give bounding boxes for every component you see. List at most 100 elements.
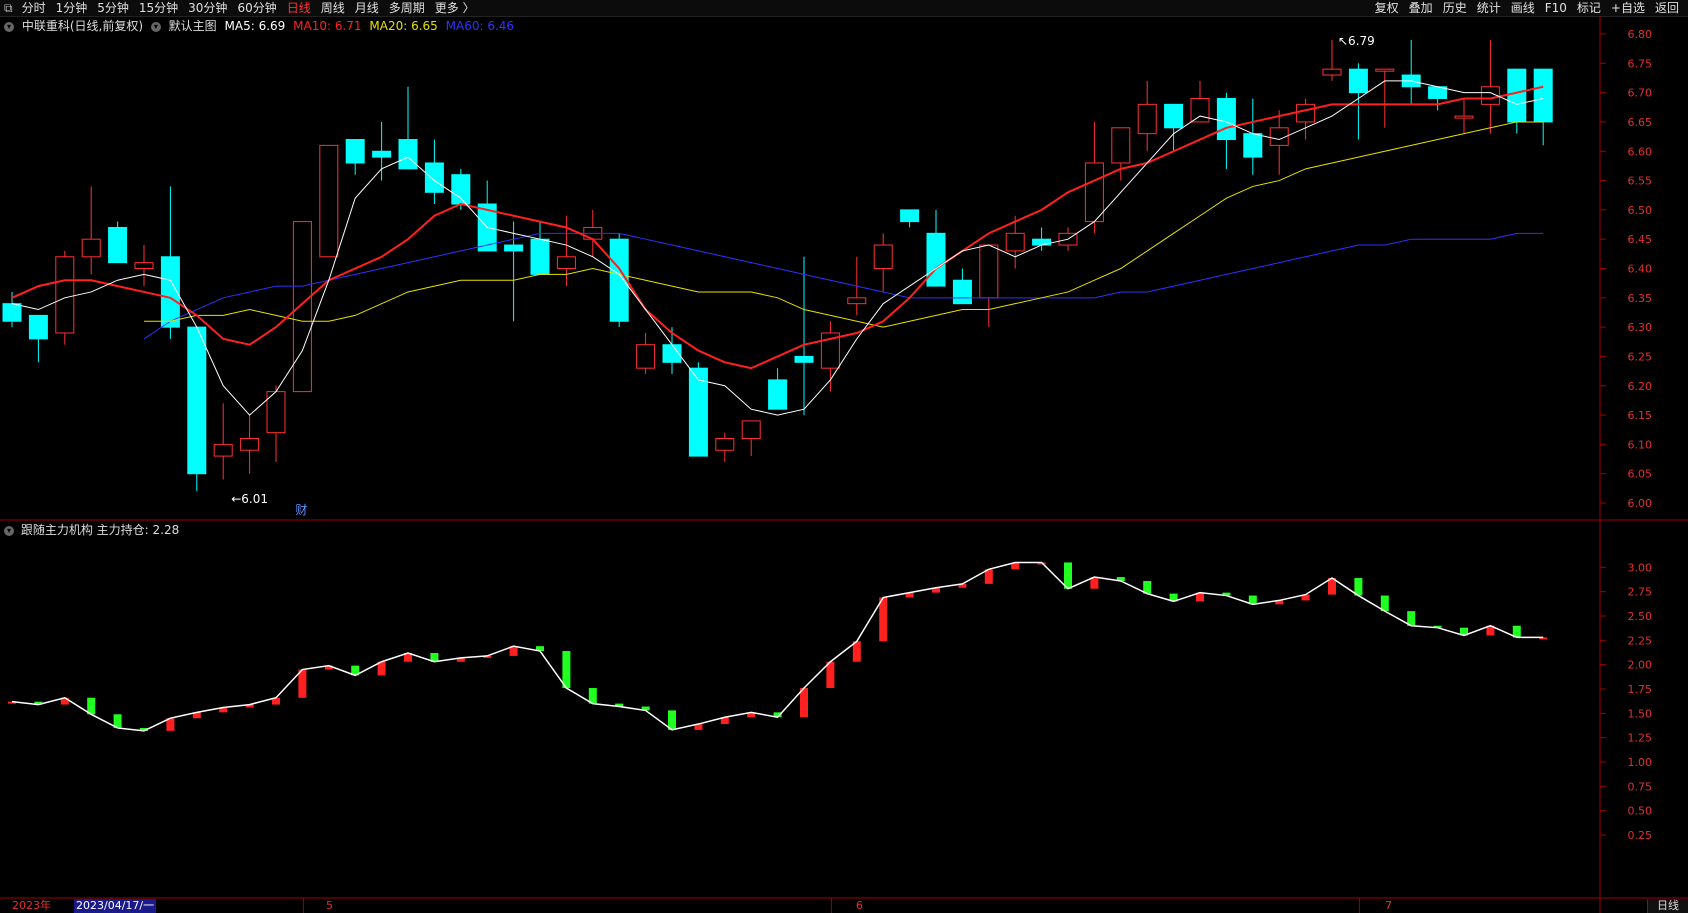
candle-body — [1375, 68, 1395, 72]
main-chart-info: ▾ 中联重科(日线,前复权) ▾ 默认主图 MA5: 6.69 MA10: 6.… — [4, 18, 518, 34]
candle-body — [108, 226, 128, 264]
y-tick-label: 6.00 — [1628, 497, 1653, 510]
candle-body — [1111, 127, 1131, 164]
candle-body — [1216, 97, 1236, 141]
y-tick-label: 6.15 — [1628, 409, 1653, 422]
collapse-icon[interactable]: ▾ — [4, 525, 14, 536]
candle-body — [1243, 133, 1263, 158]
y-tick-label: 6.50 — [1628, 204, 1653, 217]
candle-body — [319, 144, 339, 258]
y-tick-label: 2.50 — [1628, 610, 1653, 623]
y-tick-label: 6.45 — [1628, 233, 1653, 246]
candle-body — [55, 256, 75, 334]
candle-body — [873, 244, 893, 270]
candle-body — [504, 244, 524, 252]
candle-body — [636, 344, 656, 369]
candle-body — [398, 139, 418, 170]
holding-bar — [298, 669, 307, 698]
candle-body — [794, 355, 814, 363]
candle-body — [530, 238, 550, 275]
candle-body — [609, 238, 629, 322]
candle-body — [1296, 103, 1316, 123]
candle-body — [1454, 115, 1474, 119]
y-tick-label: 1.00 — [1628, 756, 1653, 769]
y-tick-label: 6.30 — [1628, 321, 1653, 334]
candle-body — [1348, 68, 1368, 94]
collapse-icon[interactable]: ▾ — [150, 21, 161, 32]
y-tick-label: 2.00 — [1628, 659, 1653, 672]
candle-body — [847, 297, 867, 305]
y-tick-label: 6.05 — [1628, 468, 1653, 481]
candle-body — [952, 279, 972, 305]
collapse-icon[interactable]: ▾ — [4, 21, 14, 32]
y-tick-label: 6.40 — [1628, 263, 1653, 276]
candle-body — [28, 314, 48, 340]
sub-indicator-value: 主力持仓: 2.28 — [96, 523, 180, 537]
candle-body — [213, 443, 233, 457]
candle-body — [134, 262, 154, 270]
y-tick-label: 3.00 — [1628, 561, 1653, 574]
ma5-line — [11, 80, 1544, 416]
candle-body — [372, 150, 392, 158]
holding-line — [11, 561, 1544, 732]
candle-body — [768, 379, 788, 410]
candle-body — [556, 256, 576, 269]
sub-indicator-name: 跟随主力机构 — [20, 523, 93, 537]
y-tick-label: 6.80 — [1628, 28, 1653, 41]
ma10-value: MA10: 6.71 — [293, 19, 362, 33]
candle-body — [424, 162, 444, 193]
y-tick-label: 6.70 — [1628, 87, 1653, 100]
candle-body — [715, 438, 735, 451]
candle-body — [2, 303, 22, 322]
candle-body — [1084, 162, 1104, 223]
candle-body — [900, 209, 920, 223]
candle-body — [1137, 103, 1157, 135]
sub-chart-info: ▾ 跟随主力机构 主力持仓: 2.28 — [4, 522, 179, 538]
cursor-date: 2023/04/17/一 — [74, 899, 157, 913]
candle-body — [240, 438, 260, 451]
y-tick-label: 1.25 — [1628, 732, 1653, 745]
kline-chart[interactable]: 6.80 6.75 6.70 6.65 6.60 6.55 6.50 6.45 6.40 6.35… — [0, 0, 1688, 913]
y-tick-label: 1.75 — [1628, 683, 1653, 696]
y-tick-label: 2.75 — [1628, 586, 1653, 599]
holding-bar — [879, 597, 888, 642]
indicator-name: 默认主图 — [168, 19, 217, 33]
y-tick-label: 0.50 — [1628, 805, 1653, 818]
month-label: 7 — [1385, 899, 1392, 912]
ma20-value: MA20: 6.65 — [369, 19, 438, 33]
holding-bar — [800, 688, 808, 718]
candle-body — [1164, 103, 1184, 129]
ma60-value: MA60: 6.46 — [445, 19, 515, 33]
candle-body — [187, 326, 207, 475]
y-tick-label: 0.25 — [1628, 829, 1653, 842]
candle-body — [979, 244, 999, 299]
holding-bar — [826, 661, 835, 689]
y-tick-label: 6.20 — [1628, 380, 1653, 393]
ma10-line — [11, 85, 1544, 370]
candle-body — [1190, 97, 1210, 123]
candle-body — [1005, 232, 1025, 252]
finance-marker: 财 — [295, 503, 307, 517]
candle-body — [741, 420, 761, 440]
ma60-line — [143, 232, 1544, 340]
date-axis: 2023年 2023/04/17/一 5 6 7 — [0, 899, 1688, 913]
stock-title: 中联重科(日线,前复权) — [21, 19, 144, 33]
candle-body — [451, 174, 471, 205]
candle-body — [926, 232, 946, 287]
holding-bar — [562, 651, 571, 689]
low-label: ←6.01 — [231, 492, 268, 506]
high-label: ↖6.79 — [1338, 34, 1375, 48]
year-label: 2023年 — [12, 899, 51, 912]
month-label: 5 — [326, 899, 333, 912]
y-tick-label: 6.75 — [1628, 57, 1653, 70]
period-label[interactable]: 日线 — [1647, 899, 1688, 913]
candle-body — [345, 139, 365, 164]
ma5-value: MA5: 6.69 — [224, 19, 286, 33]
month-label: 6 — [856, 899, 863, 912]
candle-body — [292, 221, 312, 393]
y-tick-label: 2.25 — [1628, 634, 1653, 647]
candle-body — [1507, 68, 1527, 123]
y-tick-label: 6.65 — [1628, 116, 1653, 129]
y-tick-label: 6.25 — [1628, 350, 1653, 363]
candle-body — [1533, 68, 1553, 123]
